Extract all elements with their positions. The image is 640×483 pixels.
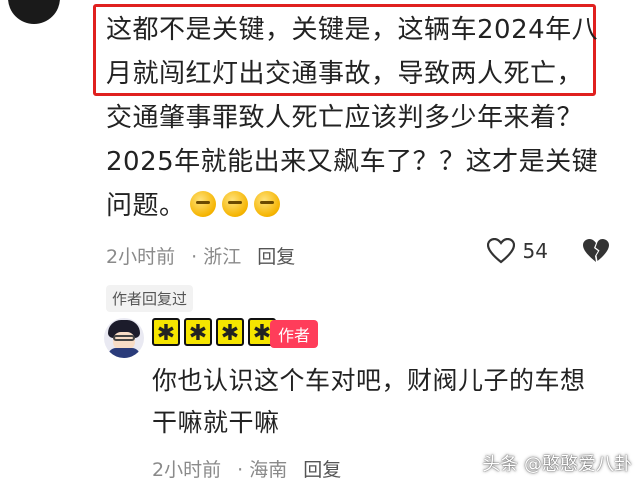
comment-line: 月就闯红灯出交通事故，导致两人死亡， (106, 59, 584, 89)
comment-body: 这都不是关键，关键是，这辆车2024年八 月就闯红灯出交通事故，导致两人死亡， … (106, 8, 626, 229)
comment-meta: 2小时前 · 浙江 回复 (106, 242, 295, 269)
commenter-avatar[interactable] (8, 0, 60, 24)
author-replied-badge[interactable]: 作者回复过 (106, 285, 194, 312)
reply-body: 你也认识这个车对吧，财阀儿子的车想 干嘛就干嘛 (152, 360, 622, 444)
comment-location: · 浙江 (191, 246, 242, 268)
reply-reply-button[interactable]: 回复 (303, 455, 341, 482)
dislike-button[interactable] (582, 238, 610, 264)
star-icon: ✱ (184, 318, 212, 346)
like-button[interactable]: 54 (486, 238, 548, 264)
author-tag: 作者 (270, 320, 319, 348)
broken-heart-icon (583, 239, 609, 262)
comment-line: 这都不是关键，关键是，这辆车2024年八 (106, 15, 599, 45)
emoji-row (189, 185, 286, 229)
like-count: 54 (522, 239, 548, 263)
reply-time: 2小时前 (152, 459, 222, 481)
thinking-emoji-icon (253, 190, 280, 217)
reply-line: 你也认识这个车对吧，财阀儿子的车想 (152, 366, 586, 395)
reply-avatar[interactable] (104, 318, 144, 358)
comment-time: 2小时前 (106, 246, 176, 268)
reply-location: · 海南 (237, 459, 288, 481)
thinking-emoji-icon (189, 190, 216, 217)
watermark: 头条 @憨憨爱八卦 (482, 454, 632, 475)
reply-button[interactable]: 回复 (257, 242, 295, 269)
comment-actions: 54 (486, 238, 610, 264)
reply-line: 干嘛就干嘛 (152, 408, 280, 437)
comment-line: 问题。 (106, 184, 626, 229)
reply-username-masked[interactable]: ✱ ✱ ✱ ✱ (152, 318, 276, 346)
comment-line-text: 问题。 (106, 191, 186, 221)
reply-meta: 2小时前 · 海南 回复 (152, 455, 341, 482)
comment-line: 2025年就能出来又飙车了？？这才是关键 (106, 147, 599, 177)
star-icon: ✱ (152, 318, 180, 346)
star-icon: ✱ (216, 318, 244, 346)
heart-icon (486, 238, 515, 264)
thinking-emoji-icon (221, 190, 248, 217)
comment-line: 交通肇事罪致人死亡应该判多少年来着？ (106, 103, 584, 133)
